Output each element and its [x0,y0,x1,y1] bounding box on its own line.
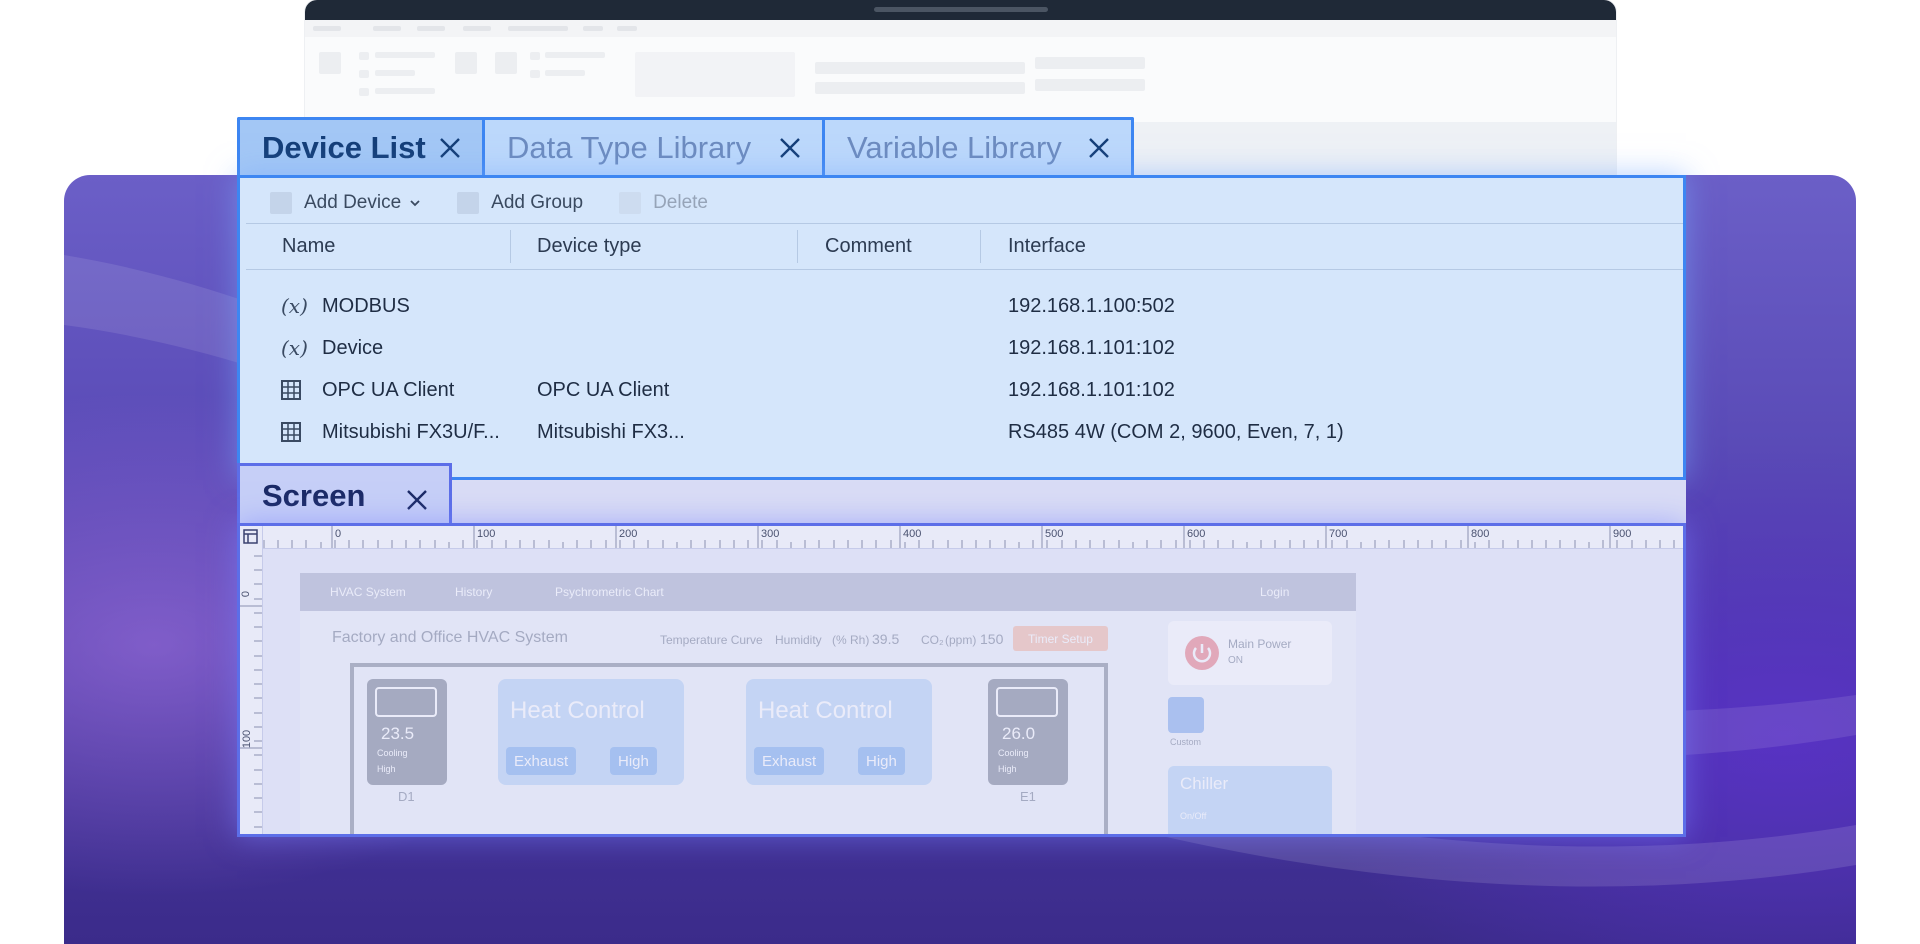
ruler-label: 800 [1471,528,1490,540]
delete-icon [619,192,642,214]
column-resize-handle[interactable] [510,230,511,263]
add-device-button[interactable]: Add Device [270,192,421,214]
hmi-co2-label: CO₂ [921,633,944,647]
cell-interface: RS485 4W (COM 2, 9600, Even, 7, 1) [1008,420,1344,443]
cell-interface: 192.168.1.101:102 [1008,336,1175,359]
power-icon [1185,636,1219,670]
tab-device-list[interactable]: Device List [240,120,485,175]
device-grid-icon [281,411,301,453]
hmi-unit-label: D1 [398,789,415,804]
tab-label: Device List [262,129,426,165]
table-header: Name Device type Comment Interface [240,224,1683,269]
add-group-label: Add Group [491,192,584,213]
ruler-label: 500 [1045,528,1064,540]
add-group-icon [457,192,480,214]
hmi-nav-psychrometric: Psychrometric Chart [555,585,664,599]
delete-button[interactable]: Delete [619,192,708,214]
hmi-unit-d1: 23.5 Cooling High [367,679,447,785]
ruler-label: 600 [1187,528,1206,540]
editor-tab-strip: Device List Data Type Library Variable L… [237,117,1134,175]
ruler-label: 200 [619,528,638,540]
divider [246,269,1683,270]
tab-label: Variable Library [847,129,1062,165]
window-titlebar [305,0,1616,20]
hmi-login: Login [1260,585,1290,599]
hmi-heat-control: Heat Control Exhaust High [746,679,932,785]
device-grid-icon [281,369,301,411]
close-icon[interactable] [405,484,429,510]
add-device-icon [270,192,292,214]
column-resize-handle[interactable] [797,230,798,263]
variable-icon: (x) [281,336,308,360]
column-resize-handle[interactable] [980,230,981,263]
cell-name: MODBUS [322,294,410,317]
device-list-panel: Add Device Add Group Delete Name Device … [237,175,1686,480]
hmi-body: Factory and Office HVAC System Temperatu… [300,611,1356,834]
vertical-ruler: 0 100 [240,526,263,834]
cell-interface: 192.168.1.101:102 [1008,378,1175,401]
table-row[interactable]: Mitsubishi FX3U/F... Mitsubishi FX3... R… [240,411,1683,453]
hmi-timer-setup: Timer Setup [1013,626,1108,651]
add-device-label: Add Device [304,192,402,213]
ruler-label: 300 [761,528,780,540]
hmi-unit-label: E1 [1020,789,1036,804]
close-icon[interactable] [778,136,802,160]
close-icon[interactable] [1087,136,1111,160]
column-header-comment[interactable]: Comment [825,224,912,269]
ruler-label: 400 [903,528,922,540]
variable-icon: (x) [281,294,308,318]
hmi-heat-control: Heat Control Exhaust High [498,679,684,785]
hmi-title: Factory and Office HVAC System [332,629,568,646]
ruler-label: 700 [1329,528,1348,540]
hmi-nav-history: History [455,585,493,599]
screen-editor-panel: 0 100 200 300 400 500 600 700 800 900 0 … [237,523,1686,837]
ruler-label: 100 [241,729,254,749]
delete-label: Delete [653,192,708,213]
hmi-mode-custom-button [1168,697,1204,733]
cell-name: Mitsubishi FX3U/F... [322,420,500,443]
hmi-humidity-unit: (% Rh) [832,633,870,647]
menu-bar [305,20,1616,37]
hmi-chiller-card: Chiller On/Off [1168,766,1332,834]
hmi-temp-curve: Temperature Curve [660,633,763,647]
close-icon[interactable] [438,136,462,160]
hmi-humidity-label: Humidity [775,633,822,647]
hmi-mode-label: Custom [1170,737,1202,747]
tab-screen[interactable]: Screen [237,463,452,526]
hmi-canvas-preview: HVAC System History Psychrometric Chart … [300,573,1356,834]
cell-name: Device [322,336,384,359]
add-group-button[interactable]: Add Group [457,192,583,214]
ruler-label: 0 [335,528,342,540]
cell-interface: 192.168.1.100:502 [1008,294,1175,317]
ruler-label: 0 [240,590,253,598]
column-header-name[interactable]: Name [282,224,335,269]
ruler-origin-icon[interactable] [243,529,258,544]
ribbon-toolbar [305,37,1616,122]
screen-tab-strip [452,480,1686,526]
tab-data-type-library[interactable]: Data Type Library [485,120,825,175]
device-toolbar: Add Device Add Group Delete [270,188,744,218]
table-row[interactable]: (x) MODBUS 192.168.1.100:502 [240,285,1683,327]
hmi-co2-value: 150 [980,631,1004,647]
column-header-interface[interactable]: Interface [1008,224,1086,269]
column-header-device-type[interactable]: Device type [537,224,642,269]
cell-name: OPC UA Client [322,378,455,401]
horizontal-ruler: 0 100 200 300 400 500 600 700 800 900 [240,526,1683,549]
hmi-main-power-card: Main Power ON [1168,621,1332,685]
tab-label: Screen [262,478,366,513]
ruler-label: 100 [477,528,496,540]
cell-device-type: OPC UA Client [537,378,670,401]
tab-label: Data Type Library [507,129,752,165]
hmi-co2-unit: (ppm) [945,633,977,647]
hmi-nav-bar: HVAC System History Psychrometric Chart … [300,573,1356,611]
hmi-nav-hvac: HVAC System [330,585,406,599]
hmi-unit-e1: 26.0 Cooling High [988,679,1068,785]
table-row[interactable]: (x) Device 192.168.1.101:102 [240,327,1683,369]
chevron-down-icon[interactable] [409,197,421,209]
cell-device-type: Mitsubishi FX3... [537,420,685,443]
table-row[interactable]: OPC UA Client OPC UA Client 192.168.1.10… [240,369,1683,411]
tab-variable-library[interactable]: Variable Library [825,120,1131,175]
ruler-label: 900 [1613,528,1632,540]
hmi-humidity-value: 39.5 [872,631,900,647]
